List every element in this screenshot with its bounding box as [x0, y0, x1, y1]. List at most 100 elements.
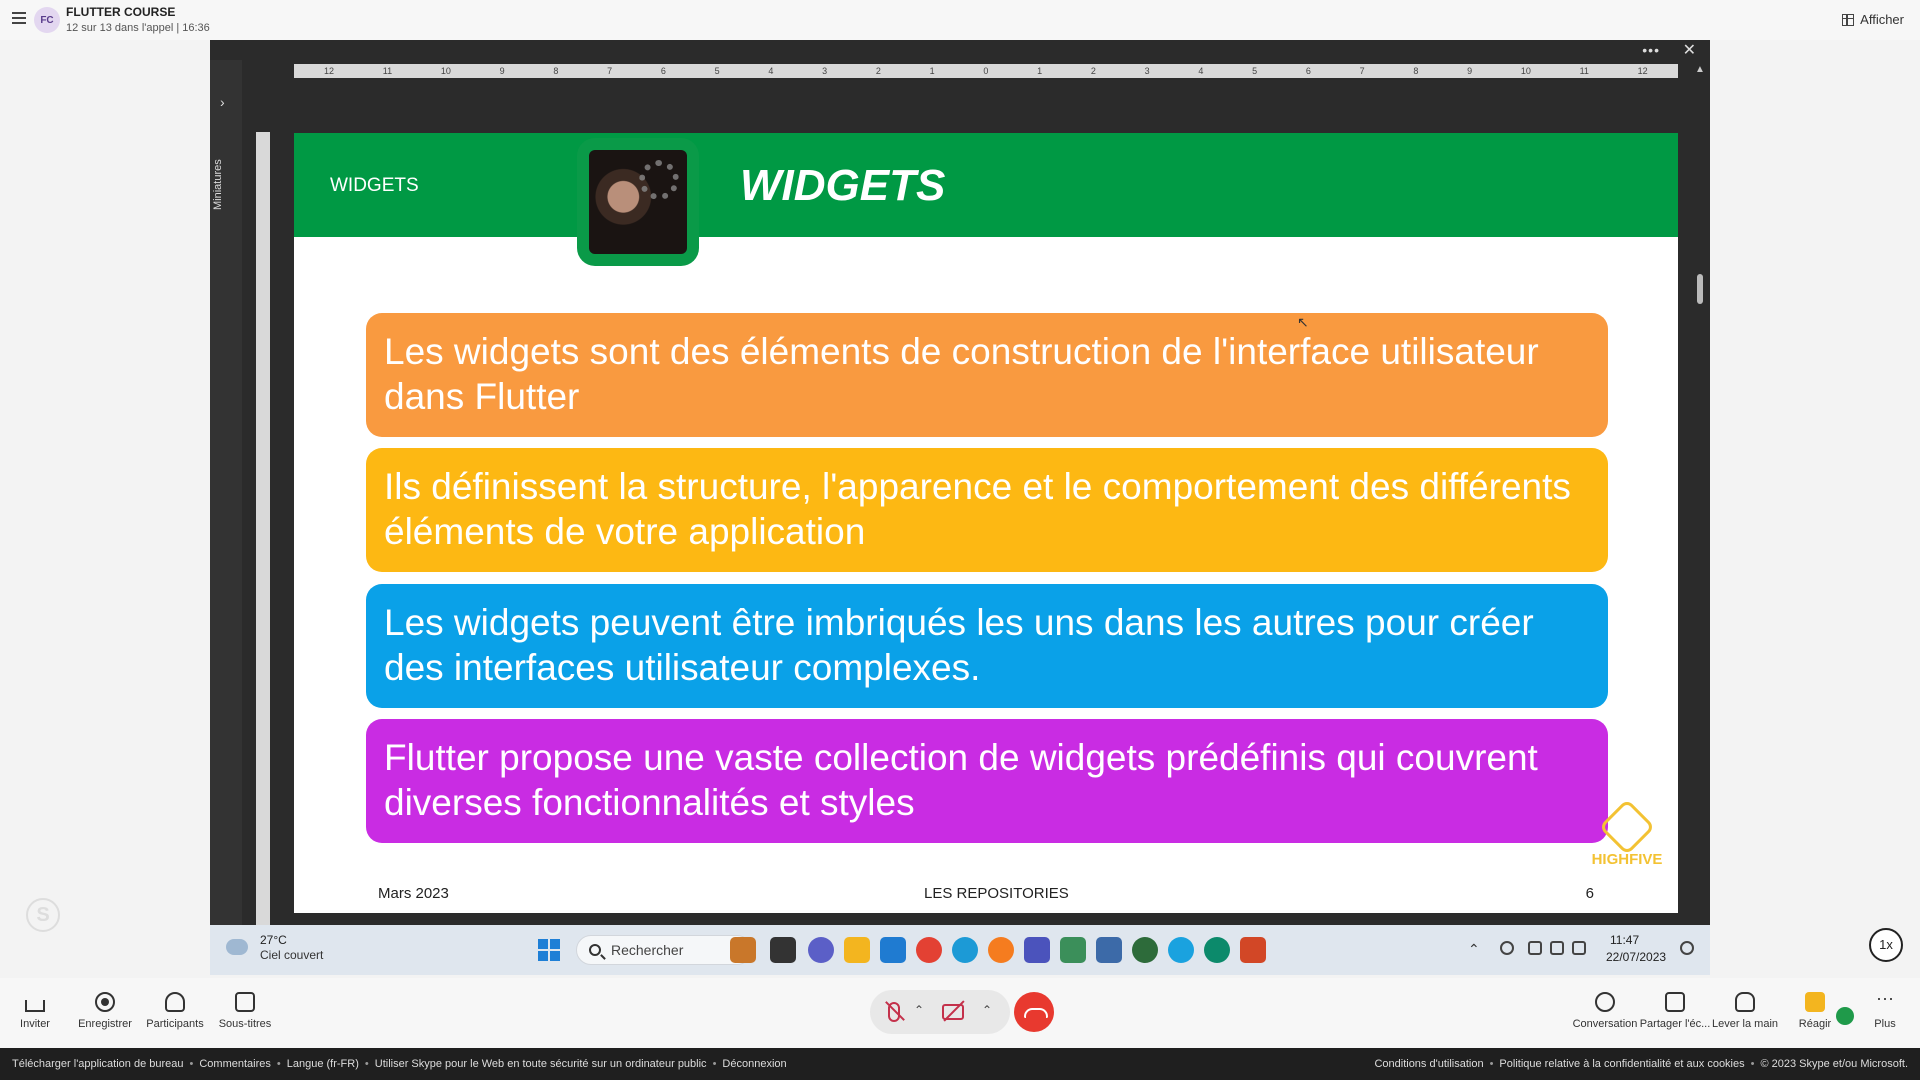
ruler-tick-label: 1	[1037, 66, 1043, 76]
playback-speed-button[interactable]: 1x	[1869, 928, 1903, 962]
clock-date[interactable]: 22/07/2023	[1606, 950, 1666, 964]
chrome-icon[interactable]	[916, 937, 942, 963]
slide-footer-title: LES REPOSITORIES	[924, 885, 1069, 902]
task-view-icon[interactable]	[770, 937, 796, 963]
slide-photo	[577, 138, 699, 266]
footer-logout-link[interactable]: Déconnexion	[722, 1058, 786, 1070]
weather-condition[interactable]: Ciel couvert	[260, 948, 323, 962]
view-button-label: Afficher	[1860, 12, 1904, 27]
ruler-tick-label: 7	[607, 66, 613, 76]
record-button[interactable]: Enregistrer	[65, 986, 145, 1030]
mouse-cursor-icon: ↖	[1297, 314, 1309, 330]
slide-page-number: 6	[1585, 885, 1594, 902]
taskbar-search[interactable]: Rechercher	[576, 935, 752, 965]
avatar[interactable]: FC	[34, 7, 60, 33]
microphone-icon[interactable]	[1500, 941, 1514, 955]
speaker-icon[interactable]	[1550, 941, 1564, 955]
more-dots-icon: ···	[1876, 988, 1894, 1008]
more-options-icon[interactable]: •••	[1642, 42, 1660, 58]
ruler-tick-label: 0	[983, 66, 989, 76]
footer-privacy-link[interactable]: Politique relative à la confidentialité …	[1499, 1058, 1744, 1070]
logo-text: HIGHFIVE	[1591, 851, 1663, 868]
file-explorer-icon[interactable]	[844, 937, 870, 963]
footer-language-link[interactable]: Langue (fr-FR)	[287, 1058, 359, 1070]
taskbar-search-placeholder: Rechercher	[611, 942, 684, 958]
participants-label: Participants	[146, 1018, 204, 1030]
ruler-tick-label: 11	[1579, 66, 1589, 76]
subtitles-label: Sous-titres	[218, 1018, 272, 1030]
clock-time[interactable]: 11:47	[1610, 933, 1639, 947]
slide-footer-date: Mars 2023	[378, 885, 449, 902]
more-button[interactable]: ··· Plus	[1845, 986, 1920, 1030]
powerpoint-icon[interactable]	[1240, 937, 1266, 963]
remote-desktop-icon[interactable]	[1096, 937, 1122, 963]
ruler-tick-label: 12	[1637, 66, 1648, 76]
call-controls: Inviter Enregistrer Participants Sous-ti…	[0, 978, 1920, 1048]
invite-label: Inviter	[20, 1018, 50, 1030]
camera-options-chevron-icon[interactable]: ⌃	[982, 1003, 992, 1017]
chevron-right-icon[interactable]: ›	[220, 94, 225, 110]
chat-app-icon[interactable]	[808, 937, 834, 963]
bullet-2: Ils définissent la structure, l'apparenc…	[366, 448, 1608, 572]
subtitles-button[interactable]: Sous-titres	[205, 986, 285, 1030]
footer-comments-link[interactable]: Commentaires	[199, 1058, 271, 1070]
mic-options-chevron-icon[interactable]: ⌃	[914, 1003, 924, 1017]
display-icon[interactable]	[1528, 941, 1542, 955]
react-label: Réagir	[1798, 1018, 1832, 1030]
vscode-icon[interactable]	[880, 937, 906, 963]
footer-copyright: © 2023 Skype et/ou Microsoft.	[1760, 1058, 1908, 1070]
vertical-scrollbar[interactable]: ▲ ▼⇞⇟	[1694, 64, 1706, 954]
ruler-tick-label: 2	[1090, 66, 1096, 76]
presentation-topbar: ••• ✕	[210, 40, 1710, 60]
hs-app-icon[interactable]	[1132, 937, 1158, 963]
briefcase-app-icon[interactable]	[730, 937, 756, 963]
vertical-ruler	[256, 132, 270, 952]
teams-icon[interactable]	[1024, 937, 1050, 963]
share-icon	[25, 1000, 45, 1012]
conversation-label: Conversation	[1572, 1018, 1638, 1030]
skype-icon[interactable]	[952, 937, 978, 963]
footer-terms-link[interactable]: Conditions d'utilisation	[1374, 1058, 1483, 1070]
windows-taskbar: 27°C Ciel couvert Rechercher ⌃ 11:47 22/…	[210, 925, 1710, 975]
view-button[interactable]: Afficher	[1842, 12, 1904, 27]
footer-safe-use-link[interactable]: Utiliser Skype pour le Web en toute sécu…	[375, 1058, 707, 1070]
conversation-button[interactable]: Conversation	[1565, 986, 1645, 1030]
close-icon[interactable]: ✕	[1683, 40, 1696, 60]
notification-bell-icon[interactable]	[1680, 941, 1694, 955]
chevron-up-icon[interactable]: ⌃	[1468, 941, 1480, 958]
ruler-tick-label: 8	[553, 66, 559, 76]
person-image	[589, 150, 687, 254]
shared-screen: ••• ✕ › Miniatures 12 11 10 9 8 7 6 5 4 3 2 1 0 1 2 3 4 5…	[210, 40, 1710, 975]
edge-icon[interactable]	[1204, 937, 1230, 963]
ruler-tick-label: 9	[1467, 66, 1473, 76]
share-screen-button[interactable]: Partager l'éc...	[1635, 986, 1715, 1030]
horizontal-ruler: 12 11 10 9 8 7 6 5 4 3 2 1 0 1 2 3 4 5 6 7 8 9 10 11 12	[294, 64, 1678, 78]
invite-button[interactable]: Inviter	[0, 986, 75, 1030]
battery-icon[interactable]	[1572, 941, 1586, 955]
page-footer: Télécharger l'application de bureau • Com…	[0, 1048, 1920, 1080]
footer-download-link[interactable]: Télécharger l'application de bureau	[12, 1058, 184, 1070]
network-app-icon[interactable]	[1060, 937, 1086, 963]
scrollbar-thumb[interactable]	[1697, 274, 1703, 304]
weather-temperature[interactable]: 27°C	[260, 933, 287, 947]
edge-blue-icon[interactable]	[1168, 937, 1194, 963]
participants-button[interactable]: Participants	[135, 986, 215, 1030]
ruler-tick-label: 6	[1305, 66, 1311, 76]
raise-hand-label: Lever la main	[1711, 1018, 1779, 1030]
closed-captions-icon	[235, 992, 255, 1012]
hand-icon	[1735, 992, 1755, 1012]
thumbnails-rail[interactable]: › Miniatures	[210, 60, 242, 950]
slide: WIDGETS WIDGETS Les widgets sont des élé…	[294, 133, 1678, 913]
ruler-tick-label: 5	[1252, 66, 1258, 76]
call-title[interactable]: FLUTTER COURSE	[66, 5, 175, 19]
firefox-icon[interactable]	[988, 937, 1014, 963]
slide-title: WIDGETS	[740, 161, 946, 210]
thumbnails-label: Miniatures	[212, 159, 224, 211]
menu-icon[interactable]	[12, 12, 26, 24]
raise-hand-button[interactable]: Lever la main	[1705, 986, 1785, 1030]
ruler-tick-label: 9	[499, 66, 505, 76]
scroll-up-icon[interactable]: ▲	[1695, 64, 1705, 75]
skype-watermark-icon: S	[26, 898, 60, 932]
hang-up-button[interactable]	[1014, 992, 1054, 1032]
windows-start-icon[interactable]	[538, 939, 560, 961]
